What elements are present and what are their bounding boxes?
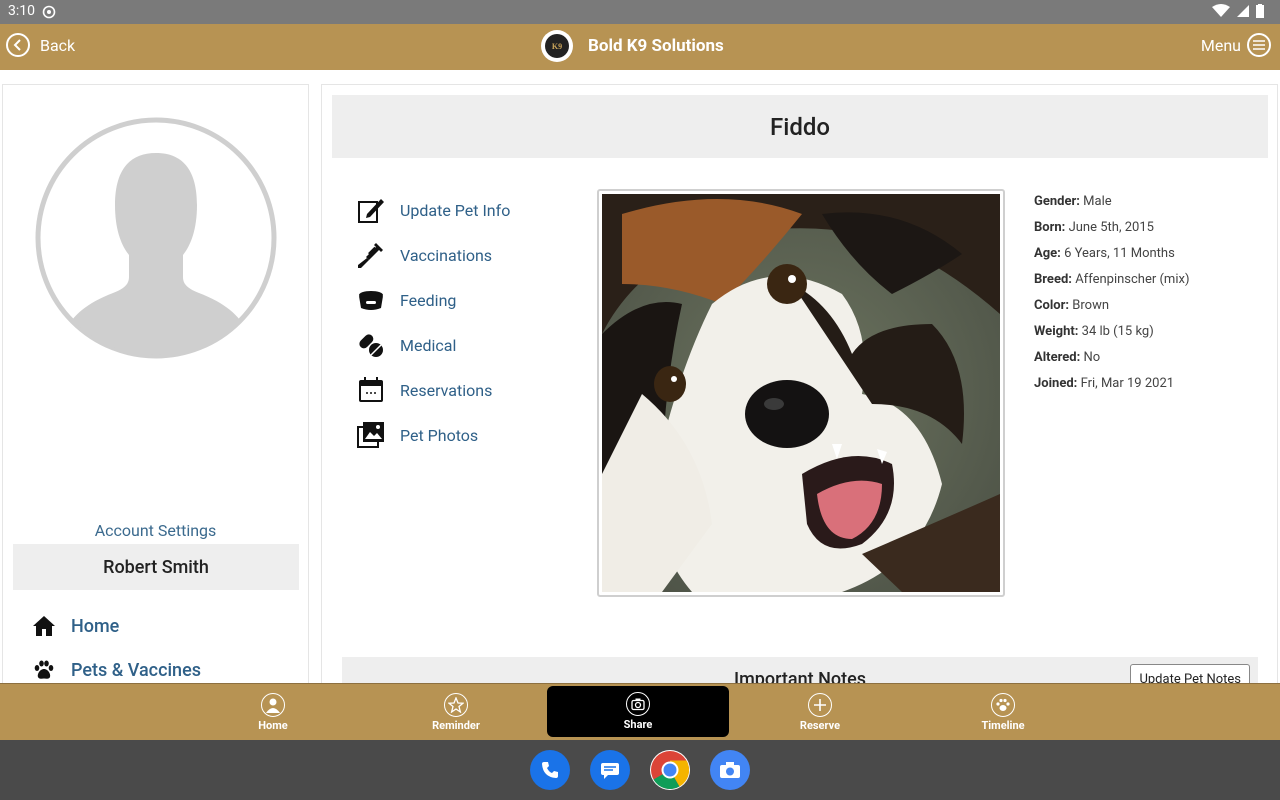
pet-detail-row: Altered: No	[1034, 345, 1189, 371]
pet-profile-panel: Fiddo Update Pet Info Vaccinations Feedi…	[321, 84, 1278, 697]
pet-photo	[602, 194, 1000, 592]
nav-pets-vaccines[interactable]: Pets & Vaccines	[31, 657, 201, 683]
pet-detail-row: Age: 6 Years, 11 Months	[1034, 241, 1189, 267]
food-bowl-icon	[356, 285, 386, 315]
nav-home-label: Home	[71, 615, 120, 637]
user-name: Robert Smith	[13, 544, 299, 590]
pills-icon	[356, 330, 386, 360]
status-time: 3:10	[8, 3, 35, 19]
tab-share[interactable]: Share	[547, 686, 729, 737]
brand-logo: K9	[541, 30, 573, 62]
pet-detail-value: No	[1083, 350, 1101, 365]
back-button[interactable]: Back	[6, 33, 75, 57]
medical-label: Medical	[400, 335, 457, 355]
pet-detail-value: June 5th, 2015	[1068, 220, 1154, 235]
pet-detail-label: Color:	[1034, 298, 1070, 313]
vaccinations-link[interactable]: Vaccinations	[356, 240, 576, 270]
tab-timeline-label: Timeline	[981, 718, 1025, 732]
pet-detail-label: Breed:	[1034, 272, 1072, 287]
back-label: Back	[40, 35, 76, 55]
pet-detail-row: Joined: Fri, Mar 19 2021	[1034, 371, 1189, 397]
camera-icon	[626, 692, 650, 716]
status-indicators	[1212, 4, 1264, 18]
pet-detail-label: Weight:	[1034, 324, 1079, 339]
brand: K9 Bold K9 Solutions	[541, 30, 724, 62]
tab-home[interactable]: Home	[182, 684, 364, 740]
pet-detail-label: Altered:	[1034, 350, 1081, 365]
tab-reminder-label: Reminder	[432, 718, 480, 732]
app-bar: Back K9 Bold K9 Solutions Menu	[0, 24, 1280, 70]
vaccinations-label: Vaccinations	[400, 245, 493, 265]
menu-label: Menu	[1200, 35, 1241, 55]
calendar-icon	[356, 375, 386, 405]
pet-details: Gender: Male Born: June 5th, 2015 Age: 6…	[1034, 189, 1189, 397]
pet-photos-link[interactable]: Pet Photos	[356, 420, 576, 450]
syringe-icon	[356, 240, 386, 270]
hamburger-icon	[1247, 33, 1271, 57]
pet-name-title: Fiddo	[332, 95, 1268, 158]
bottom-tab-bar: Home Reminder Share Reserve Timeline	[0, 683, 1280, 740]
pet-detail-label: Joined:	[1034, 376, 1078, 391]
pet-detail-row: Breed: Affenpinscher (mix)	[1034, 267, 1189, 293]
profile-sidebar: Account Settings Robert Smith Home Pets …	[2, 84, 309, 684]
pet-detail-value: Fri, Mar 19 2021	[1080, 376, 1175, 391]
edit-icon	[356, 195, 386, 225]
paw-icon	[31, 657, 57, 683]
pet-detail-label: Age:	[1034, 246, 1061, 261]
tab-reminder[interactable]: Reminder	[365, 684, 547, 740]
nav-pets-label: Pets & Vaccines	[71, 659, 201, 681]
feeding-label: Feeding	[400, 290, 457, 310]
pet-detail-value: Male	[1083, 194, 1112, 209]
messages-app-icon[interactable]	[590, 750, 630, 790]
pet-detail-row: Born: June 5th, 2015	[1034, 215, 1189, 241]
pet-photos-label: Pet Photos	[400, 425, 479, 445]
avatar-placeholder-icon	[35, 117, 277, 359]
tab-timeline[interactable]: Timeline	[912, 684, 1094, 740]
paw-icon	[991, 692, 1015, 717]
photos-icon	[356, 420, 386, 450]
pet-detail-row: Weight: 34 lb (15 kg)	[1034, 319, 1189, 345]
feeding-link[interactable]: Feeding	[356, 285, 576, 315]
pet-detail-row: Gender: Male	[1034, 189, 1189, 215]
star-icon	[444, 692, 468, 717]
medical-link[interactable]: Medical	[356, 330, 576, 360]
account-settings-link[interactable]: Account Settings	[3, 521, 308, 540]
reservations-label: Reservations	[400, 380, 493, 400]
chrome-app-icon[interactable]	[650, 750, 690, 790]
pet-photo-frame	[597, 189, 1005, 597]
pet-detail-value: Brown	[1072, 298, 1110, 313]
pet-detail-value: Affenpinscher (mix)	[1075, 272, 1190, 287]
tab-reserve[interactable]: Reserve	[729, 684, 911, 740]
pet-detail-label: Born:	[1034, 220, 1066, 235]
update-pet-info-link[interactable]: Update Pet Info	[356, 195, 576, 225]
camera-app-icon[interactable]	[710, 750, 750, 790]
plus-icon	[808, 692, 832, 717]
battery-icon	[1256, 4, 1264, 18]
nav-home[interactable]: Home	[31, 613, 119, 639]
pet-detail-value: 34 lb (15 kg)	[1081, 324, 1154, 339]
pet-detail-row: Color: Brown	[1034, 293, 1189, 319]
brand-logo-mark: K9	[545, 34, 569, 58]
brand-name: Bold K9 Solutions	[588, 36, 724, 56]
notification-icon	[42, 5, 56, 19]
system-dock	[0, 740, 1280, 800]
back-arrow-icon	[6, 33, 30, 57]
person-icon	[261, 692, 285, 717]
tab-reserve-label: Reserve	[799, 718, 841, 732]
house-icon	[31, 613, 57, 639]
status-bar: 3:10	[0, 0, 1280, 24]
tab-home-label: Home	[258, 718, 288, 732]
reservations-link[interactable]: Reservations	[356, 375, 576, 405]
tab-share-label: Share	[623, 718, 653, 731]
menu-button[interactable]: Menu	[1201, 33, 1271, 57]
pet-detail-value: 6 Years, 11 Months	[1064, 246, 1175, 261]
pet-detail-label: Gender:	[1034, 194, 1080, 209]
signal-icon	[1237, 5, 1249, 17]
update-pet-info-label: Update Pet Info	[400, 200, 511, 220]
phone-app-icon[interactable]	[530, 750, 570, 790]
wifi-icon	[1212, 4, 1230, 17]
